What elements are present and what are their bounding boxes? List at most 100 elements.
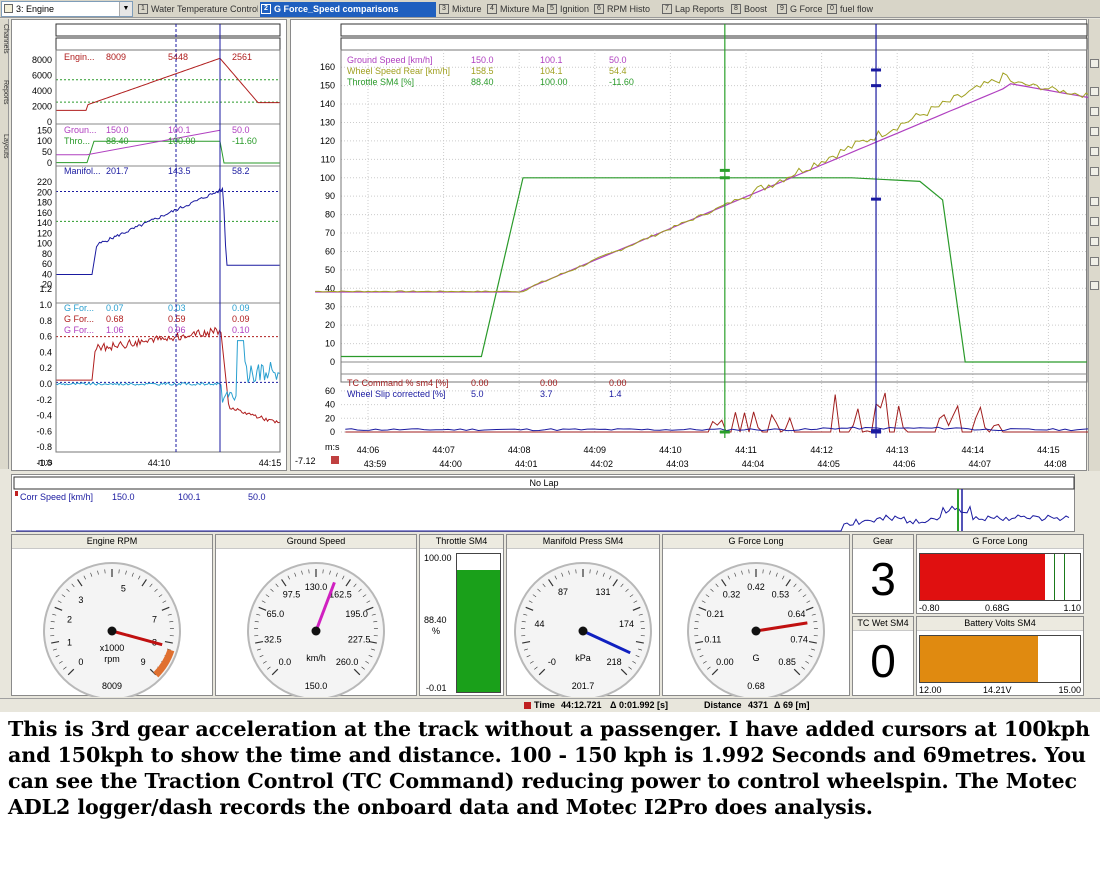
g-force-long-bar: G Force Long -0.80 0.68G 1.10 [916, 534, 1084, 614]
legend-cursor1-value: 158.5 [471, 66, 494, 76]
toolbar-button-5[interactable] [1090, 147, 1099, 156]
g-force-dial: 0.00 0.11 0.21 0.32 0.42 0.53 0.64 0.74 0.85 G [687, 562, 825, 697]
tab-g-force[interactable]: 9G Force [776, 2, 824, 17]
tab-label: Mixture Map [500, 4, 544, 14]
dial-unit: km/h [306, 653, 326, 663]
status-time-label: Time [534, 700, 555, 710]
legend-cursor1-value: 88.40 [471, 77, 494, 87]
tab-mixture-map[interactable]: 4Mixture Map [486, 2, 544, 17]
gauge-title: G Force Long [917, 535, 1083, 549]
g-bar-min: -0.80 [919, 603, 940, 613]
toolbar-button-11[interactable] [1090, 281, 1099, 290]
chevron-down-icon[interactable]: ▼ [119, 2, 132, 16]
left-time-graph[interactable]: 8000 6000 4000 2000 0 Engin... 8009 5448 2561 150… [11, 19, 287, 471]
toolbar-button-4[interactable] [1090, 127, 1099, 136]
toolbar-button-9[interactable] [1090, 237, 1099, 246]
dial-tick-label: 0 [78, 657, 83, 667]
rpm-dial: 01235789x1000rpm [43, 562, 181, 697]
throttle-max-label: 100.00 [424, 553, 452, 563]
toolbar-button-8[interactable] [1090, 217, 1099, 226]
y-tick-label: 40 [42, 269, 52, 279]
tab-rpm-histo[interactable]: 6 RPM Histo [593, 2, 659, 17]
dock-tab-reports[interactable]: Reports [0, 80, 9, 128]
tab-mixture[interactable]: 3 Mixture [438, 2, 484, 17]
left-graph-canvas[interactable]: 8000 6000 4000 2000 0 Engin... 8009 5448 2561 150… [12, 20, 288, 472]
tab-fuel-flow[interactable]: 0 fuel flow [826, 2, 876, 17]
cursor-marker [871, 197, 882, 201]
tab-boost[interactable]: 8 Boost [730, 2, 774, 17]
tab-number: 0 [827, 4, 837, 14]
g-force-lat-trace [55, 340, 280, 403]
g-force-long-trace [56, 326, 280, 424]
battery-bar-value: 14.21V [983, 685, 1012, 695]
cursor2-value: 0.59 [168, 314, 186, 324]
manifold-trace [56, 186, 280, 275]
wheel-speed-trace [315, 72, 1100, 293]
tab-label: Water Temperature Control [151, 4, 258, 14]
dial-tick-label: 97.5 [283, 589, 301, 599]
dock-tab-channels[interactable]: Channels [0, 24, 9, 74]
tc-wet-indicator: TC Wet SM4 0 [852, 616, 914, 696]
y-tick-label: 100 [37, 239, 52, 249]
tc-legend-cursor2: 3.7 [540, 389, 553, 399]
y-tick-label: 80 [325, 210, 335, 220]
tab-label: fuel flow [840, 4, 874, 14]
throttle-bar-fill [457, 570, 500, 692]
dock-tab-layouts[interactable]: Layouts [0, 134, 9, 174]
y-tick-label: -0.6 [36, 426, 52, 436]
lap-distance-strip[interactable]: No Lap Corr Speed [km/h] 150.0 100.1 50.0 [11, 474, 1075, 532]
range-bar [340, 23, 1088, 37]
tab-water-temperature-control[interactable]: 1 Water Temperature Control [137, 2, 258, 17]
delta-value: 0.10 [232, 325, 250, 335]
tab-number: 9 [777, 4, 787, 14]
toolbar-button-10[interactable] [1090, 257, 1099, 266]
plot-border [340, 49, 1088, 383]
tab-label: G Force_Speed comparisons [274, 4, 399, 14]
dial-unit: G [752, 653, 759, 663]
y-tick-label: -0.4 [36, 411, 52, 421]
time-tick-label: 44:13 [886, 445, 909, 455]
y-tick-label: 1.0 [39, 300, 52, 310]
channel-label: G For... [64, 325, 94, 335]
legend-delta-value: -11.60 [609, 77, 634, 87]
dial-tick-label: 195.0 [345, 609, 368, 619]
speed-dial: 0.032.565.097.5130.0162.5195.0227.5260.0… [247, 562, 385, 697]
y-tick-label: 110 [321, 154, 335, 164]
tab-ignition[interactable]: 5 Ignition [546, 2, 591, 17]
legend-cursor2-value: 100.00 [540, 77, 568, 87]
main-graph-canvas[interactable]: 1601501401301201101009080706050403020100… [291, 20, 1100, 472]
toolbar-button-7[interactable] [1090, 197, 1099, 206]
tab-number: 1 [138, 4, 148, 14]
tab-g-force-speed-comparisons[interactable]: 2G Force_Speed comparisons [260, 2, 436, 17]
throttle-min-label: -0.01 [426, 683, 447, 693]
tc-legend-delta: 0.00 [609, 378, 627, 388]
toolbar-button-3[interactable] [1090, 107, 1099, 116]
dial-tick-label: 65.0 [267, 609, 285, 619]
offset-tick-label: 44:01 [515, 459, 538, 469]
status-bar: Time 44:12.721 Δ 0:01.992 [s] Distance 4… [0, 698, 1100, 712]
y-tick-label: 140 [37, 218, 52, 228]
tab-lap-reports[interactable]: 7 Lap Reports [661, 2, 728, 17]
dial-tick-label: 3 [78, 595, 83, 605]
y-tick-label: 200 [37, 187, 52, 197]
channel-label: Groun... [64, 125, 97, 135]
battery-bar-track [919, 635, 1081, 683]
toolbar-button-1[interactable] [1090, 59, 1099, 68]
main-time-graph[interactable]: 160 150 140 130 120 110 100 90 80 70 60 50 40 30 20 10 0… [290, 19, 1100, 472]
lap-strip-canvas[interactable]: No Lap Corr Speed [km/h] 150.0 100.1 50.0 [12, 475, 1076, 533]
status-distance-value: 4371 [748, 700, 769, 710]
delta-value: 58.2 [232, 166, 250, 176]
time-tick-label: 44:12 [810, 445, 833, 455]
time-tick-label: 44:10 [659, 445, 682, 455]
lap-title: No Lap [529, 478, 558, 488]
cursor1-value: 1.06 [106, 325, 124, 335]
dial-tick-label: 0.85 [778, 657, 796, 667]
toolbar-button-6[interactable] [1090, 167, 1099, 176]
workspace-select[interactable]: 3: Engine ▼ [1, 1, 133, 17]
battery-bar-max: 15.00 [1058, 685, 1081, 695]
tc-legend-delta: 1.4 [609, 389, 622, 399]
range-bar [55, 37, 281, 51]
y-tick-label: 130 [320, 117, 335, 127]
throttle-value: 88.40 [424, 615, 447, 625]
toolbar-button-2[interactable] [1090, 87, 1099, 96]
